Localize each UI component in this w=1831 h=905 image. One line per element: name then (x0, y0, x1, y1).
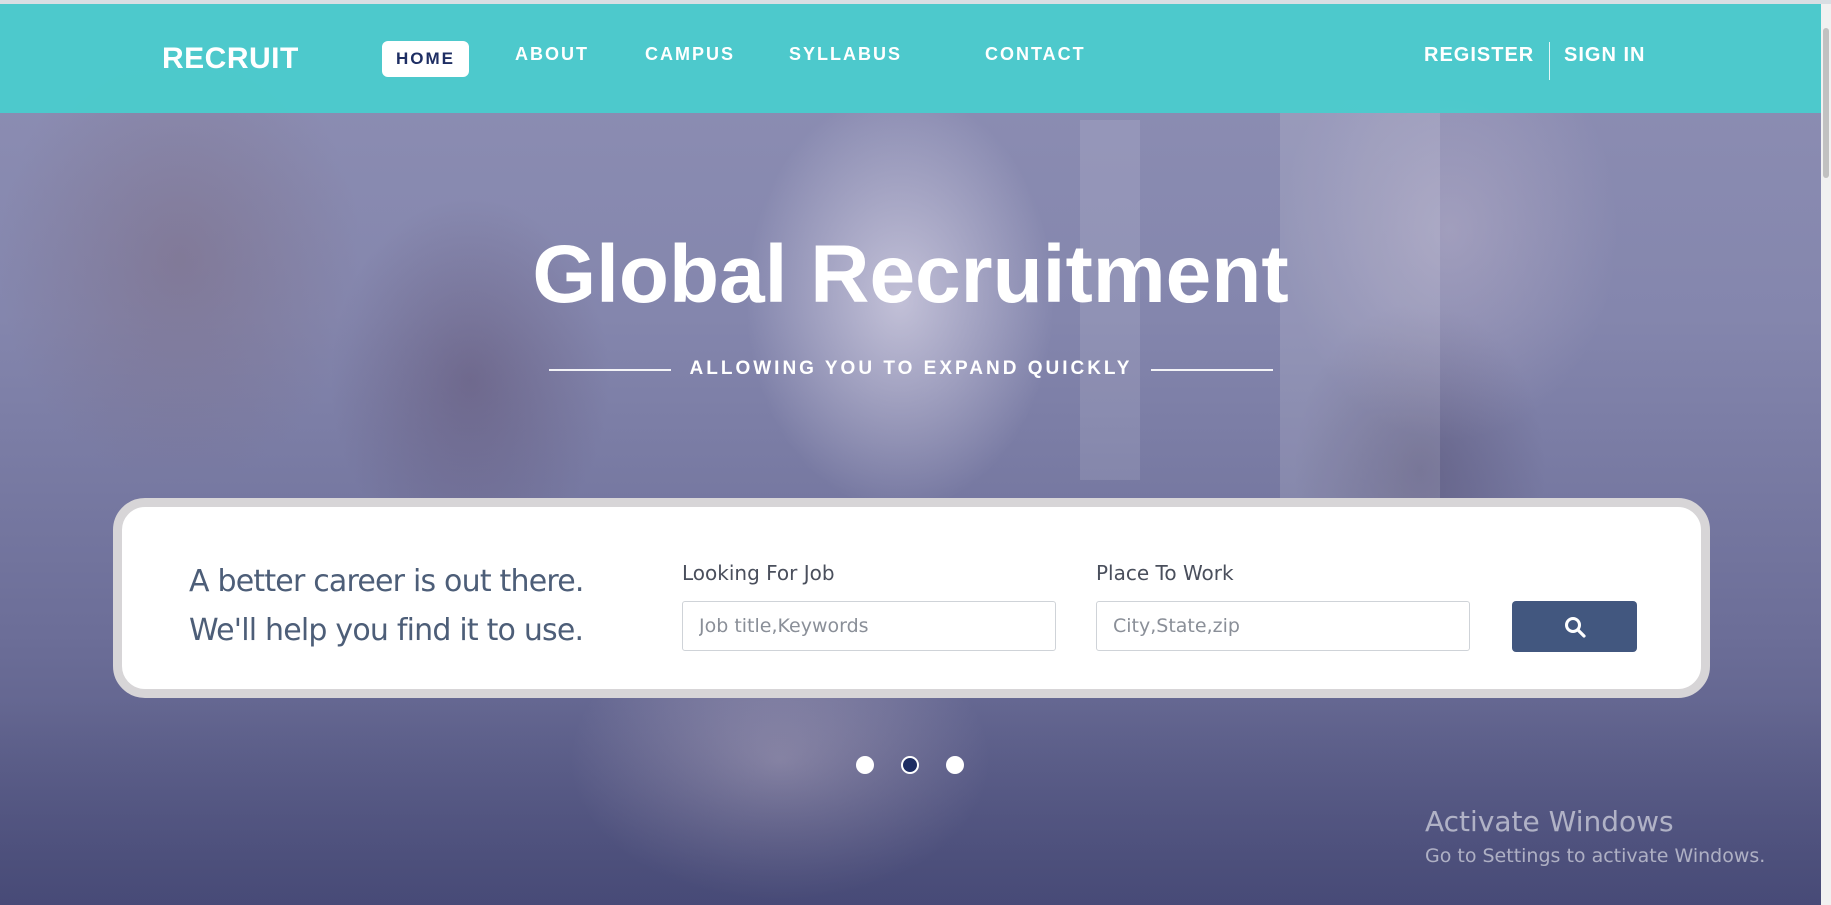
subtitle-rule-left (549, 369, 671, 371)
hero-title: Global Recruitment (532, 229, 1289, 320)
search-tagline: A better career is out there. We'll help… (189, 564, 584, 648)
watermark-title: Activate Windows (1425, 805, 1674, 838)
auth-divider (1549, 42, 1550, 80)
nav-item-campus[interactable]: CAMPUS (645, 44, 735, 65)
scrollbar-thumb[interactable] (1823, 28, 1829, 178)
carousel-dot-3[interactable] (946, 756, 964, 774)
subtitle-rule-right (1151, 369, 1273, 371)
nav-item-contact[interactable]: CONTACT (985, 44, 1086, 65)
hero-photo-shadow (0, 700, 1821, 905)
hero-subtitle: ALLOWING YOU TO EXPAND QUICKLY (689, 358, 1133, 379)
carousel-dots (856, 756, 968, 776)
top-navbar: RECRUIT HOME ABOUT CAMPUS SYLLABUS CONTA… (0, 4, 1821, 113)
job-keywords-input[interactable] (682, 601, 1056, 651)
carousel-dot-1[interactable] (856, 756, 874, 774)
activate-windows-watermark: Activate Windows Go to Settings to activ… (1425, 804, 1765, 870)
nav-item-syllabus[interactable]: SYLLABUS (789, 44, 902, 65)
register-link[interactable]: REGISTER (1424, 44, 1534, 67)
job-search-panel: A better career is out there. We'll help… (113, 498, 1710, 698)
brand-logo[interactable]: RECRUIT (162, 42, 299, 76)
job-field-label: Looking For Job (682, 561, 835, 585)
hero-subtitle-group: ALLOWING YOU TO EXPAND QUICKLY (549, 356, 1273, 384)
place-field-label: Place To Work (1096, 561, 1234, 585)
sign-in-link[interactable]: SIGN IN (1564, 44, 1645, 67)
nav-item-about[interactable]: ABOUT (515, 44, 589, 65)
page-scrollbar[interactable] (1821, 0, 1831, 905)
watermark-subtitle: Go to Settings to activate Windows. (1425, 845, 1766, 867)
search-icon (1564, 616, 1586, 638)
search-button[interactable] (1512, 601, 1637, 652)
nav-item-home[interactable]: HOME (382, 41, 469, 77)
place-input[interactable] (1096, 601, 1470, 651)
window-top-edge (0, 0, 1831, 4)
carousel-dot-2[interactable] (901, 756, 919, 774)
